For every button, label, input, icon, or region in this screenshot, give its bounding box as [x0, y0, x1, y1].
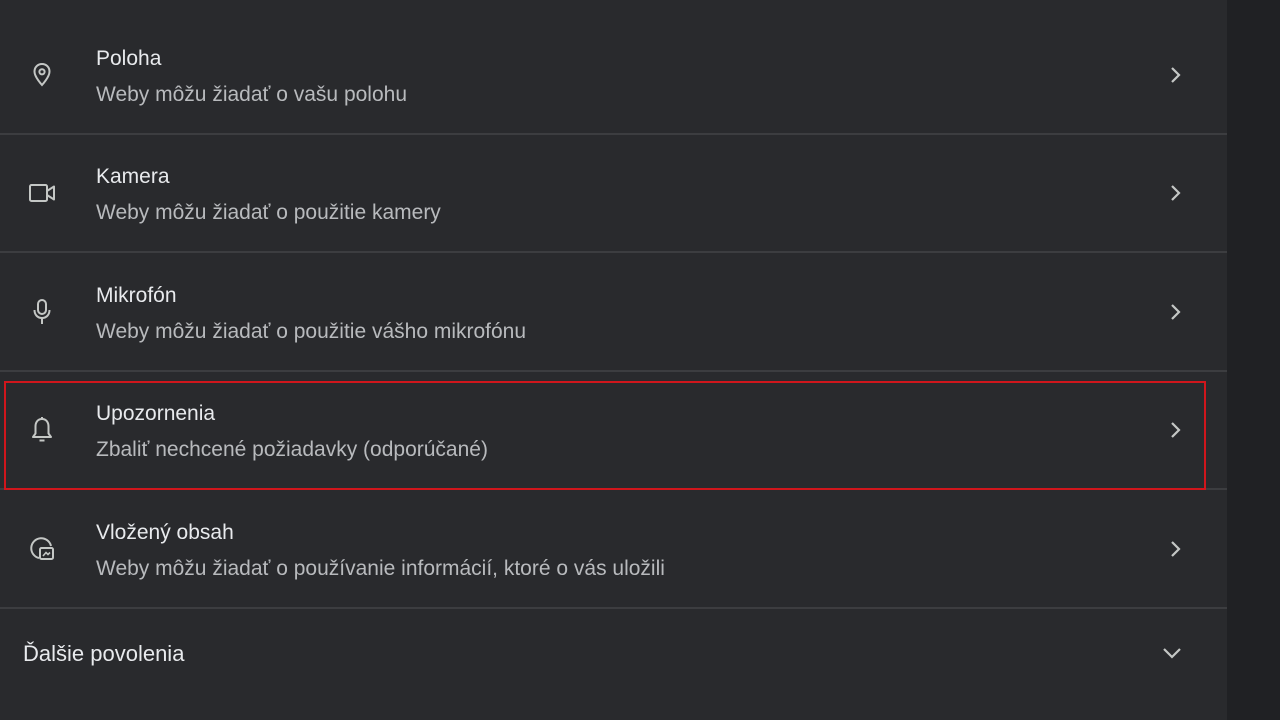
permission-title: Vložený obsah — [96, 521, 234, 544]
permission-row-microphone[interactable]: Mikrofón Weby môžu žiadať o použitie váš… — [0, 254, 1227, 372]
permission-title: Kamera — [96, 165, 170, 188]
camera-icon — [26, 177, 58, 209]
bell-icon — [26, 414, 58, 446]
permission-subtitle: Weby môžu žiadať o vašu polohu — [96, 83, 408, 106]
permission-title: Upozornenia — [96, 402, 216, 425]
microphone-icon — [26, 296, 58, 328]
chevron-right-icon — [1162, 179, 1190, 207]
permission-title: Poloha — [96, 47, 162, 70]
permission-row-camera[interactable]: Kamera Weby môžu žiadať o použitie kamer… — [0, 135, 1227, 253]
embedded-content-icon — [26, 533, 58, 565]
settings-panel: Poloha Weby môžu žiadať o vašu polohu Ka… — [0, 0, 1227, 720]
chevron-down-icon — [1158, 639, 1186, 667]
permission-subtitle: Weby môžu žiadať o použitie kamery — [96, 201, 441, 224]
right-background — [1227, 0, 1280, 720]
permission-subtitle: Weby môžu žiadať o používanie informácií… — [96, 557, 665, 580]
permission-title: Mikrofón — [96, 284, 177, 307]
chevron-right-icon — [1162, 298, 1190, 326]
more-permissions-label: Ďalšie povolenia — [23, 641, 185, 666]
permission-row-embedded-content[interactable]: Vložený obsah Weby môžu žiadať o používa… — [0, 491, 1227, 609]
location-pin-icon — [26, 59, 58, 91]
permission-subtitle: Weby môžu žiadať o použitie vášho mikrof… — [96, 320, 527, 343]
permission-row-location[interactable]: Poloha Weby môžu žiadať o vašu polohu — [0, 17, 1227, 135]
more-permissions-expander[interactable]: Ďalšie povolenia — [0, 610, 1227, 700]
permission-row-notifications[interactable]: Upozornenia Zbaliť nechcené požiadavky (… — [0, 372, 1227, 490]
permission-subtitle: Zbaliť nechcené požiadavky (odporúčané) — [96, 438, 488, 461]
chevron-right-icon — [1162, 416, 1190, 444]
chevron-right-icon — [1162, 61, 1190, 89]
chevron-right-icon — [1162, 535, 1190, 563]
